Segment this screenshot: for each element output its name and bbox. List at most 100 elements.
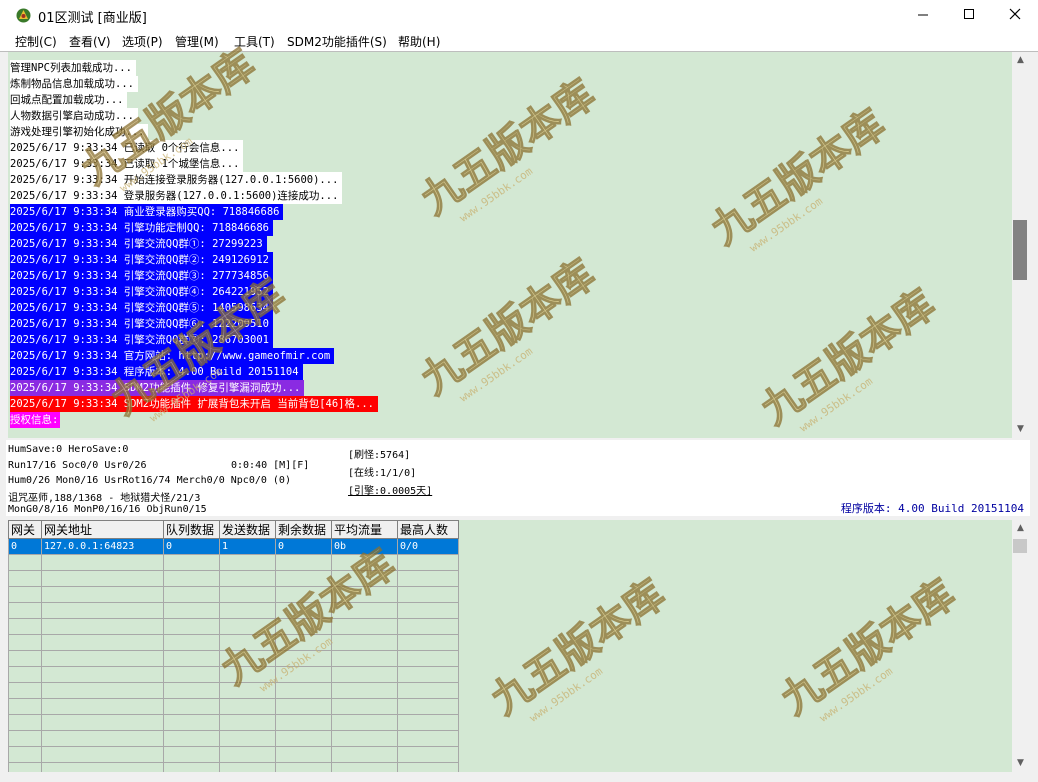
- empty-cell: [41, 650, 164, 667]
- empty-cell: [275, 634, 332, 651]
- column-header[interactable]: 剩余数据: [275, 520, 332, 539]
- empty-cell: [275, 618, 332, 635]
- log-line: 2025/6/17 9:33:34 开始连接登录服务器(127.0.0.1:56…: [10, 172, 343, 188]
- minimize-icon: [918, 14, 928, 16]
- maximize-button[interactable]: [946, 0, 992, 31]
- log-line: 炼制物品信息加载成功...: [10, 76, 138, 92]
- gateway-grid-panel: 网关 网关地址 队列数据 发送数据 剩余数据 平均流量 最高人数 0 127.0.0.1:64…: [8, 520, 1012, 772]
- log-line: 授权信息:: [10, 412, 61, 428]
- empty-cell: [397, 586, 459, 603]
- empty-cell: [219, 570, 276, 587]
- status-engine[interactable]: [引擎:0.0005天]: [348, 482, 432, 497]
- empty-cell: [41, 570, 164, 587]
- empty-cell: [41, 698, 164, 715]
- empty-cell: [331, 698, 398, 715]
- minimize-button[interactable]: [900, 0, 946, 31]
- log-line: 回城点配置加载成功...: [10, 92, 128, 108]
- grid-scroll-down-icon[interactable]: ▼: [1012, 755, 1029, 772]
- empty-row: [8, 762, 459, 772]
- column-header[interactable]: 网关: [8, 520, 42, 539]
- empty-cell: [8, 714, 42, 731]
- column-header[interactable]: 队列数据: [163, 520, 220, 539]
- empty-cell: [41, 586, 164, 603]
- close-button[interactable]: [992, 0, 1038, 31]
- empty-cell: [331, 586, 398, 603]
- empty-cell: [331, 634, 398, 651]
- empty-cell: [331, 746, 398, 763]
- table-cell: 0: [275, 538, 332, 555]
- table-cell: 0/0: [397, 538, 459, 555]
- menu-sdm2-plugin[interactable]: SDM2功能插件(S): [287, 33, 387, 50]
- empty-row: [8, 634, 459, 651]
- menu-help[interactable]: 帮助(H): [398, 33, 440, 50]
- empty-row: [8, 650, 459, 667]
- empty-cell: [219, 730, 276, 747]
- empty-cell: [8, 682, 42, 699]
- column-header[interactable]: 网关地址: [41, 520, 164, 539]
- table-row[interactable]: 0 127.0.0.1:64823 0 1 0 0b 0/0: [8, 538, 459, 555]
- empty-cell: [8, 634, 42, 651]
- empty-cell: [163, 682, 220, 699]
- menu-tools[interactable]: 工具(T): [234, 33, 275, 50]
- menu-control[interactable]: 控制(C): [15, 33, 57, 50]
- empty-cell: [219, 618, 276, 635]
- empty-cell: [163, 618, 220, 635]
- empty-cell: [397, 698, 459, 715]
- empty-cell: [397, 746, 459, 763]
- empty-cell: [41, 602, 164, 619]
- grid-scroll-up-icon[interactable]: ▲: [1012, 520, 1029, 537]
- log-line: 2025/6/17 9:33:34 登录服务器(127.0.0.1:5600)连…: [10, 188, 343, 204]
- empty-cell: [219, 554, 276, 571]
- log-line: 人物数据引擎启动成功...: [10, 108, 138, 124]
- empty-cell: [41, 618, 164, 635]
- empty-cell: [163, 714, 220, 731]
- menu-view[interactable]: 查看(V): [69, 33, 111, 50]
- grid-scrollbar[interactable]: ▲ ▼: [1012, 520, 1029, 772]
- empty-cell: [163, 698, 220, 715]
- empty-row: [8, 666, 459, 683]
- table-cell: 1: [219, 538, 276, 555]
- empty-cell: [219, 666, 276, 683]
- empty-cell: [41, 634, 164, 651]
- scroll-down-icon[interactable]: ▼: [1012, 421, 1029, 438]
- table-cell: 0b: [331, 538, 398, 555]
- status-hum: Hum0/26 Mon0/16 UsrRot16/74 Merch0/0 Npc…: [8, 475, 291, 486]
- grid-scroll-thumb[interactable]: [1013, 539, 1027, 553]
- empty-cell: [275, 650, 332, 667]
- column-header[interactable]: 平均流量: [331, 520, 398, 539]
- empty-cell: [163, 730, 220, 747]
- scroll-up-icon[interactable]: ▲: [1012, 52, 1029, 69]
- title-bar[interactable]: 01区测试 [商业版]: [0, 0, 1038, 31]
- status-mong: MonG0/8/16 MonP0/16/16 ObjRun0/15: [8, 504, 207, 515]
- log-line: 2025/6/17 9:33:34 SDM2功能插件 修复引擎漏洞成功...: [10, 380, 305, 396]
- empty-cell: [41, 682, 164, 699]
- empty-cell: [219, 746, 276, 763]
- log-line: 2025/6/17 9:33:34 引擎交流QQ群②: 249126912: [10, 252, 273, 268]
- column-header[interactable]: 最高人数: [397, 520, 459, 539]
- status-refresh: [刷怪:5764]: [348, 450, 411, 461]
- menu-manage[interactable]: 管理(M): [175, 33, 219, 50]
- log-line: 2025/6/17 9:33:34 引擎交流QQ群⑥: 122209510: [10, 316, 273, 332]
- log-line: 2025/6/17 9:33:34 引擎功能定制QQ: 718846686: [10, 220, 273, 236]
- close-icon: [1009, 8, 1021, 20]
- empty-cell: [331, 570, 398, 587]
- menu-options[interactable]: 选项(P): [122, 33, 163, 50]
- status-save: HumSave:0 HeroSave:0: [8, 444, 129, 455]
- empty-cell: [219, 762, 276, 772]
- status-online: [在线:1/1/0]: [348, 468, 417, 479]
- empty-cell: [219, 682, 276, 699]
- empty-cell: [275, 554, 332, 571]
- empty-cell: [163, 570, 220, 587]
- empty-cell: [8, 746, 42, 763]
- empty-cell: [219, 586, 276, 603]
- log-line: 2025/6/17 9:33:34 商业登录器购买QQ: 718846686: [10, 204, 284, 220]
- empty-cell: [8, 650, 42, 667]
- empty-cell: [397, 682, 459, 699]
- log-panel[interactable]: 管理NPC列表加载成功... 炼制物品信息加载成功... 回城点配置加载成功... 人…: [8, 52, 1012, 438]
- empty-cell: [275, 682, 332, 699]
- status-panel: HumSave:0 HeroSave:0 Run17/16 Soc0/0 Usr…: [6, 440, 1030, 516]
- column-header[interactable]: 发送数据: [219, 520, 276, 539]
- empty-cell: [41, 714, 164, 731]
- log-scrollbar[interactable]: ▲ ▼: [1012, 52, 1029, 438]
- log-scroll-thumb[interactable]: [1013, 220, 1027, 280]
